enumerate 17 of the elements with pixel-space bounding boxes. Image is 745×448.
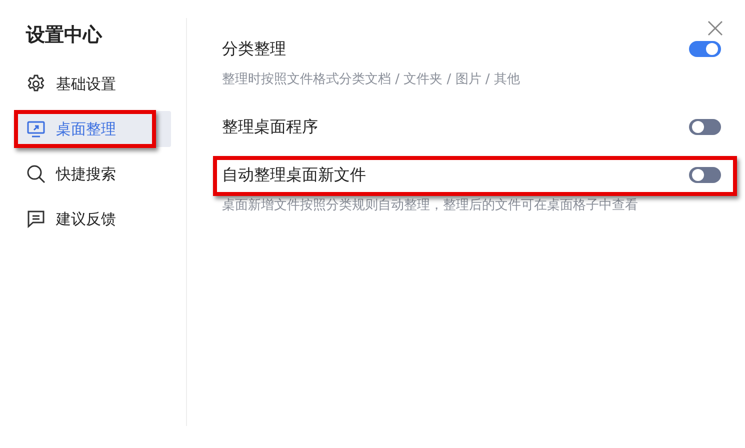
gear-icon <box>26 74 46 94</box>
sidebar-item[interactable]: 建议反馈 <box>14 201 171 237</box>
setting-title: 分类整理 <box>222 38 286 60</box>
sidebar-item[interactable]: 快捷搜索 <box>14 156 171 192</box>
setting-description: 整理时按照文件格式分类文档 / 文件夹 / 图片 / 其他 <box>222 71 521 88</box>
close-button[interactable]: × <box>704 14 727 42</box>
monitor-icon <box>26 119 46 139</box>
search-icon <box>26 164 46 184</box>
sidebar-title: 设置中心 <box>26 23 104 48</box>
message-icon <box>26 209 46 229</box>
sidebar-item[interactable]: 基础设置 <box>14 66 171 102</box>
toggle-switch[interactable] <box>689 119 721 135</box>
toggle-switch[interactable] <box>689 167 721 183</box>
setting-description: 桌面新增文件按照分类规则自动整理，整理后的文件可在桌面格子中查看 <box>222 197 639 214</box>
setting-title: 自动整理桌面新文件 <box>222 164 366 186</box>
toggle-switch[interactable] <box>689 41 721 57</box>
setting-title: 整理桌面程序 <box>222 116 318 138</box>
